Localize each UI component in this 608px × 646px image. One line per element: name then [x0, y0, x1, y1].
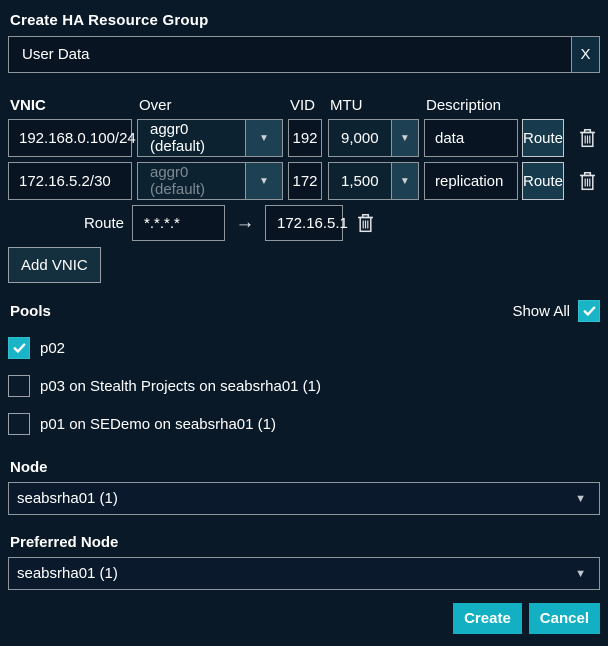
vnic-row: 172.16.5.2/30 aggr0 (default) ▼ 172 1,50… [8, 162, 600, 200]
chevron-down-icon[interactable]: ▼ [390, 163, 418, 199]
over-select-value: aggr0 (default) [138, 120, 245, 156]
node-select[interactable]: seabsrha01 (1) ▼ [8, 482, 600, 515]
dialog-footer: Create Cancel [8, 603, 600, 634]
delete-vnic-button[interactable] [577, 171, 597, 191]
mtu-select-value: 1,500 [329, 163, 391, 199]
pool-checkbox[interactable] [8, 337, 30, 359]
chevron-down-icon[interactable]: ▼ [390, 120, 418, 156]
delete-vnic-button[interactable] [577, 128, 597, 148]
pool-label: p03 on Stealth Projects on seabsrha01 (1… [40, 377, 322, 395]
pool-item: p01 on SEDemo on seabsrha01 (1) [8, 413, 600, 435]
route-label: Route [83, 214, 124, 232]
vnic-address-input[interactable]: 192.168.0.100/24 [8, 119, 136, 157]
vnic-row: 192.168.0.100/24 aggr0 (default) ▼ 192 9… [8, 119, 600, 157]
cancel-button[interactable]: Cancel [528, 603, 600, 634]
over-select-value: aggr0 (default) [138, 163, 245, 199]
vid-input[interactable]: 172 [288, 162, 322, 200]
node-label: Node [10, 459, 48, 476]
header-mtu: MTU [330, 97, 363, 114]
header-description: Description [426, 97, 502, 114]
trash-icon [357, 213, 374, 233]
check-icon [583, 305, 596, 317]
route-button[interactable]: Route [522, 119, 564, 157]
pool-label: p01 on SEDemo on seabsrha01 (1) [40, 415, 276, 433]
add-vnic-button[interactable]: Add VNIC [8, 247, 101, 283]
create-ha-resource-group-dialog: Create HA Resource Group User Data X VNI… [0, 0, 608, 646]
arrow-right-icon: → [235, 212, 255, 233]
dialog-title: Create HA Resource Group [10, 12, 209, 29]
header-vid: VID [290, 97, 316, 114]
pool-checkbox[interactable] [8, 413, 30, 435]
description-input[interactable]: data [424, 119, 518, 157]
route-gateway-input[interactable]: 172.16.5.1 [265, 205, 348, 241]
header-over: Over [139, 97, 172, 114]
preferred-node-label: Preferred Node [10, 534, 119, 551]
vnic-table-headers: VNIC Over VID MTU Description [8, 94, 600, 114]
show-all-checkbox[interactable] [578, 300, 600, 322]
mtu-select-value: 9,000 [329, 120, 391, 156]
over-select[interactable]: aggr0 (default) ▼ [137, 119, 283, 157]
preferred-node-select[interactable]: seabsrha01 (1) ▼ [8, 557, 600, 590]
mtu-select[interactable]: 9,000 ▼ [328, 119, 419, 157]
mtu-select[interactable]: 1,500 ▼ [328, 162, 419, 200]
pool-checkbox[interactable] [8, 375, 30, 397]
chevron-down-icon[interactable]: ▼ [245, 120, 282, 156]
chevron-down-icon[interactable]: ▼ [245, 163, 282, 199]
pool-label: p02 [40, 339, 66, 357]
pool-item: p02 [8, 337, 600, 359]
group-name-field: User Data X [8, 36, 600, 73]
create-button[interactable]: Create [453, 603, 522, 634]
trash-icon [579, 171, 596, 191]
trash-icon [579, 128, 596, 148]
check-icon [13, 342, 26, 354]
node-select-value: seabsrha01 (1) [17, 490, 118, 507]
pool-item: p03 on Stealth Projects on seabsrha01 (1… [8, 375, 600, 397]
route-destination-input[interactable]: *.*.*.* [132, 205, 225, 241]
chevron-down-icon: ▼ [575, 567, 586, 580]
preferred-node-select-value: seabsrha01 (1) [17, 565, 118, 582]
group-name-input[interactable]: User Data [9, 37, 571, 72]
vid-input[interactable]: 192 [288, 119, 322, 157]
show-all-label: Show All [512, 302, 570, 320]
route-button[interactable]: Route [522, 162, 564, 200]
description-input[interactable]: replication [424, 162, 518, 200]
header-vnic: VNIC [10, 97, 46, 114]
pools-header: Pools Show All [8, 299, 600, 323]
delete-route-button[interactable] [355, 213, 375, 233]
clear-name-button[interactable]: X [571, 37, 599, 72]
chevron-down-icon: ▼ [575, 492, 586, 505]
over-select[interactable]: aggr0 (default) ▼ [137, 162, 283, 200]
pools-label: Pools [10, 302, 51, 320]
static-route-row: Route *.*.*.* → 172.16.5.1 [8, 205, 600, 241]
vnic-address-input[interactable]: 172.16.5.2/30 [8, 162, 132, 200]
